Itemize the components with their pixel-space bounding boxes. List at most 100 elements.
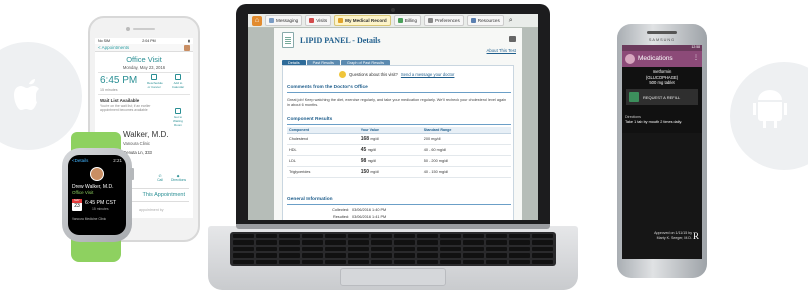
visit-type: Office Visit <box>72 190 94 195</box>
keyboard-key <box>486 234 507 239</box>
doctor-name: Walker, M.D. <box>123 130 169 139</box>
table-row: LDL 98 mg/dl 50 - 200 mg/dl <box>287 155 511 167</box>
results-heading: Component Results <box>287 117 333 122</box>
nav-my-medical-record[interactable]: My Medical Record <box>334 15 391 26</box>
keyboard-key <box>233 259 254 264</box>
home-button[interactable]: ⌂ <box>252 15 262 26</box>
book-icon <box>470 18 476 23</box>
request-refill-button[interactable]: REQUEST A REFILL <box>626 89 698 105</box>
component-value: 150 mg/dl <box>358 166 422 178</box>
component-value: 45 mg/dl <box>358 144 422 156</box>
keyboard-key <box>233 253 254 258</box>
directions-button[interactable]: ◆ Directions <box>171 174 186 182</box>
keyboard-key <box>348 253 369 258</box>
keyboard-key <box>325 234 346 239</box>
keyboard-key <box>325 240 346 245</box>
resulted-row: Resulted: 03/06/2016 1:41 PM <box>323 215 386 219</box>
avatar[interactable] <box>625 54 635 64</box>
watch-time: 2:21 <box>113 158 122 163</box>
keyboard-key <box>371 234 392 239</box>
keyboard-key <box>348 240 369 245</box>
component-name: Cholesterol <box>287 133 359 145</box>
component-name: LDL <box>287 155 359 167</box>
component-value: 98 mg/dl <box>358 155 422 167</box>
keyboard-key <box>348 234 369 239</box>
nav-preferences[interactable]: Preferences <box>424 15 464 26</box>
nav-billing[interactable]: Billing <box>393 15 422 26</box>
collected-label: Collected: <box>332 208 349 212</box>
doctor-avatar <box>90 167 104 181</box>
calendar-icon <box>309 18 315 23</box>
brand-label: SAMSUNG <box>648 38 676 42</box>
keyboard-key <box>417 253 438 258</box>
nav-messaging[interactable]: Messaging <box>265 15 303 26</box>
print-icon[interactable] <box>509 36 516 42</box>
keyboard-key <box>256 259 277 264</box>
directions-heading: Directions <box>625 115 641 119</box>
resulted-label: Resulted: <box>332 215 349 219</box>
keyboard-key <box>279 253 300 258</box>
about-this-test-link[interactable]: About This Test <box>487 48 516 53</box>
wait-list-title: Wait List Available <box>100 98 140 103</box>
visit-title: Office Visit <box>126 55 162 64</box>
left-backdrop <box>248 28 274 220</box>
keyboard-key <box>348 259 369 264</box>
keyboard-key <box>302 240 323 245</box>
overflow-menu-icon[interactable]: ⋮ <box>693 54 699 61</box>
section-divider <box>287 92 511 93</box>
waiting-room-button[interactable]: Get to Waiting Room <box>171 108 185 127</box>
page-title: LIPID PANEL - Details <box>300 36 381 45</box>
keyboard-key <box>509 234 530 239</box>
keyboard-key <box>233 234 254 239</box>
keyboard-key <box>394 240 415 245</box>
directions-text: Take 1 tab by mouth 2 times daily. <box>625 120 683 124</box>
visit-time: 6:45 PM CST <box>85 200 117 206</box>
calendar-icon <box>175 74 181 80</box>
keyboard-key <box>509 246 530 252</box>
keyboard-key <box>394 259 415 264</box>
reschedule-button[interactable]: Reschedule or Cancel <box>147 74 163 89</box>
keyboard-key <box>440 259 461 264</box>
watch-back-button[interactable]: <Details <box>72 158 88 163</box>
standard-range: 200 mg/dl <box>421 133 511 145</box>
section-divider <box>287 204 511 205</box>
keyboard-key <box>532 253 553 258</box>
search-icon[interactable]: ⌕ <box>507 17 515 25</box>
watch-crown[interactable] <box>130 168 134 180</box>
battery-icon: ▮ <box>188 39 190 43</box>
add-to-calendar-button[interactable]: Add to Calendar <box>171 74 185 89</box>
keyboard-key <box>463 259 484 264</box>
wait-list-text: You're on the wait list; if an earlier a… <box>100 104 151 112</box>
resulted-value: 03/06/2016 1:41 PM <box>352 215 387 219</box>
keyboard-key <box>417 246 438 252</box>
top-navigation: ⌂ Messaging Visits My Medical Record Bil… <box>248 14 538 28</box>
divider <box>98 72 190 73</box>
lab-result-page: LIPID PANEL - Details About This Test De… <box>274 28 522 220</box>
keyboard-key <box>417 259 438 264</box>
reschedule-icon <box>151 74 157 80</box>
visit-duration: 15 minutes <box>92 207 109 211</box>
nav-bar: < Appointments <box>95 44 193 52</box>
keyboard-key <box>463 240 484 245</box>
keyboard-key <box>279 259 300 264</box>
approval-info: Approved on 1/11/15 by Marty K. Seeger, … <box>648 231 692 240</box>
keyboard-key <box>394 234 415 239</box>
dollar-icon <box>397 18 403 23</box>
nav-resources[interactable]: Resources <box>466 15 504 26</box>
standard-range: 50 - 200 mg/dl <box>421 155 511 167</box>
keyboard-key <box>256 246 277 252</box>
collected-value: 03/06/2016 1:40 PM <box>352 208 387 212</box>
keyboard-key <box>256 240 277 245</box>
pharmacy-icon <box>629 92 639 102</box>
back-to-appointments[interactable]: < Appointments <box>98 45 129 50</box>
send-message-link[interactable]: Send a message your doctor <box>401 72 455 77</box>
keyboard-key <box>302 246 323 252</box>
nav-visits[interactable]: Visits <box>305 15 332 26</box>
calendar-icon: MAY 23 <box>72 199 82 211</box>
avatar[interactable] <box>184 45 190 51</box>
keyboard-key <box>486 246 507 252</box>
table-row: Triglycerides 150 mg/dl 40 - 150 mg/dl <box>287 166 511 178</box>
call-button[interactable]: ✆ Call <box>153 174 167 182</box>
apple-logo-icon <box>14 74 44 114</box>
keyboard-key <box>509 253 530 258</box>
